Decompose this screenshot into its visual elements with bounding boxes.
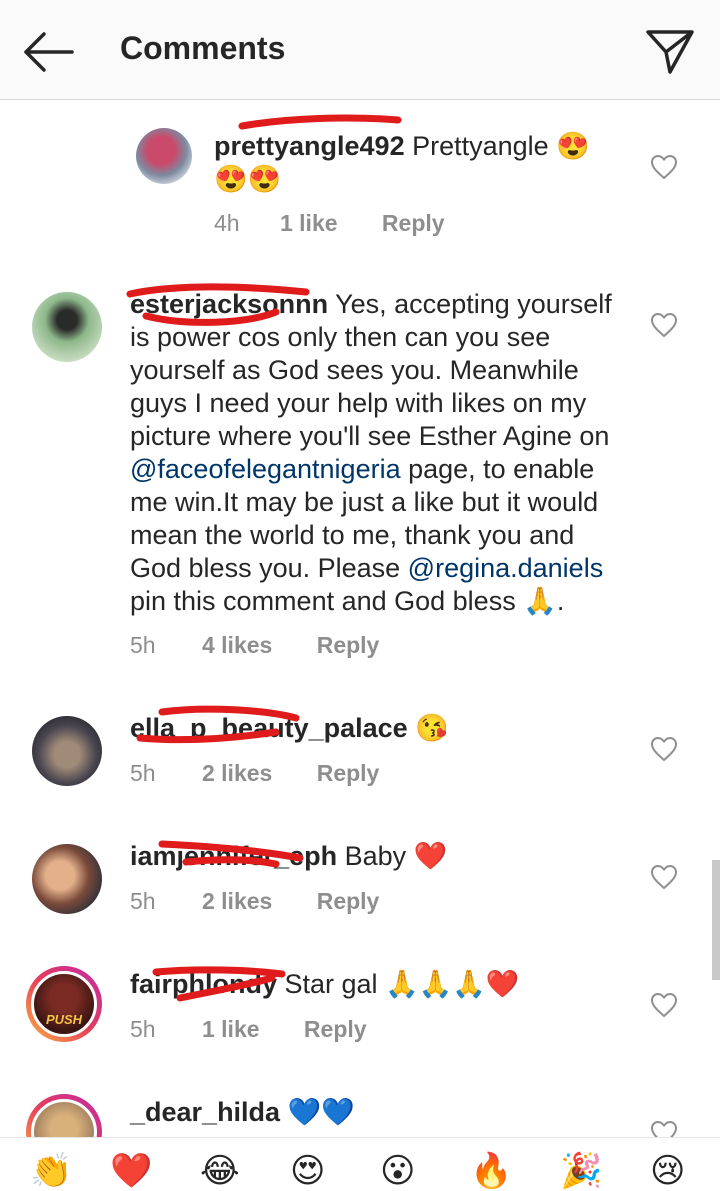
like-count[interactable]: 1 like: [280, 210, 338, 237]
mention-link[interactable]: @faceofelegantnigeria: [130, 454, 401, 484]
like-count[interactable]: 2 likes: [202, 888, 272, 915]
comment-username[interactable]: fairphlondy: [130, 969, 277, 999]
emoji-button[interactable]: ❤️: [110, 1154, 152, 1188]
avatar[interactable]: [32, 844, 102, 914]
emoji-button[interactable]: 😍: [290, 1154, 325, 1188]
comment-text: Baby ❤️: [337, 841, 448, 871]
scrollbar[interactable]: [712, 860, 720, 980]
page-title: Comments: [120, 30, 286, 66]
reply-button[interactable]: Reply: [382, 210, 445, 237]
top-bar: Comments: [0, 0, 720, 100]
heart-icon[interactable]: [650, 864, 678, 890]
avatar-story-ring[interactable]: PUSH: [26, 966, 102, 1042]
like-count[interactable]: 4 likes: [202, 632, 272, 659]
heart-icon[interactable]: [650, 736, 678, 762]
avatar-poster-text: PUSH: [45, 1012, 83, 1027]
emoji-button[interactable]: 😢: [650, 1154, 685, 1188]
comment-username[interactable]: prettyangle492: [214, 131, 405, 161]
avatar[interactable]: [32, 716, 102, 786]
like-count[interactable]: 2 likes: [202, 760, 272, 787]
comment-username[interactable]: _dear_hilda: [130, 1097, 280, 1127]
comment-text: Prettyangle 😍: [404, 131, 590, 161]
reply-button[interactable]: Reply: [317, 888, 380, 915]
comment-time: 4h: [214, 210, 240, 236]
heart-icon[interactable]: [650, 992, 678, 1018]
comment-username[interactable]: ella_p_beauty_palace: [130, 713, 408, 743]
comment-time: 5h: [130, 760, 156, 786]
comment-text: Star gal 🙏🙏🙏❤️: [277, 969, 520, 999]
avatar[interactable]: [136, 128, 192, 184]
comment-text: 😘: [407, 713, 449, 743]
comment-time: 5h: [130, 1016, 156, 1042]
comment-text-cont: 😍😍: [214, 164, 282, 194]
reply-button[interactable]: Reply: [317, 760, 380, 787]
comment-text: 💙💙: [280, 1097, 355, 1127]
emoji-button[interactable]: 😮: [380, 1154, 415, 1188]
reply-button[interactable]: Reply: [304, 1016, 367, 1043]
comment-time: 5h: [130, 632, 156, 658]
emoji-button[interactable]: 🔥: [470, 1154, 512, 1188]
heart-icon[interactable]: [650, 312, 678, 338]
avatar[interactable]: [32, 292, 102, 362]
comment-username[interactable]: iamjennifer_eph: [130, 841, 337, 871]
comment-username[interactable]: esterjacksonnn: [130, 289, 328, 319]
paper-plane-icon[interactable]: [644, 26, 696, 76]
emoji-button[interactable]: 😂: [200, 1154, 240, 1188]
reply-button[interactable]: Reply: [317, 632, 380, 659]
heart-icon[interactable]: [650, 154, 678, 180]
like-count[interactable]: 1 like: [202, 1016, 260, 1043]
emoji-button[interactable]: 👏: [30, 1154, 72, 1188]
mention-link[interactable]: @regina.daniels: [408, 553, 604, 583]
comment-time: 5h: [130, 888, 156, 914]
emoji-reaction-bar: 👏 ❤️ 😂 😍 😮 🔥 🎉 😢: [0, 1137, 720, 1188]
arrow-left-icon[interactable]: [22, 30, 74, 74]
emoji-button[interactable]: 🎉: [560, 1154, 602, 1188]
